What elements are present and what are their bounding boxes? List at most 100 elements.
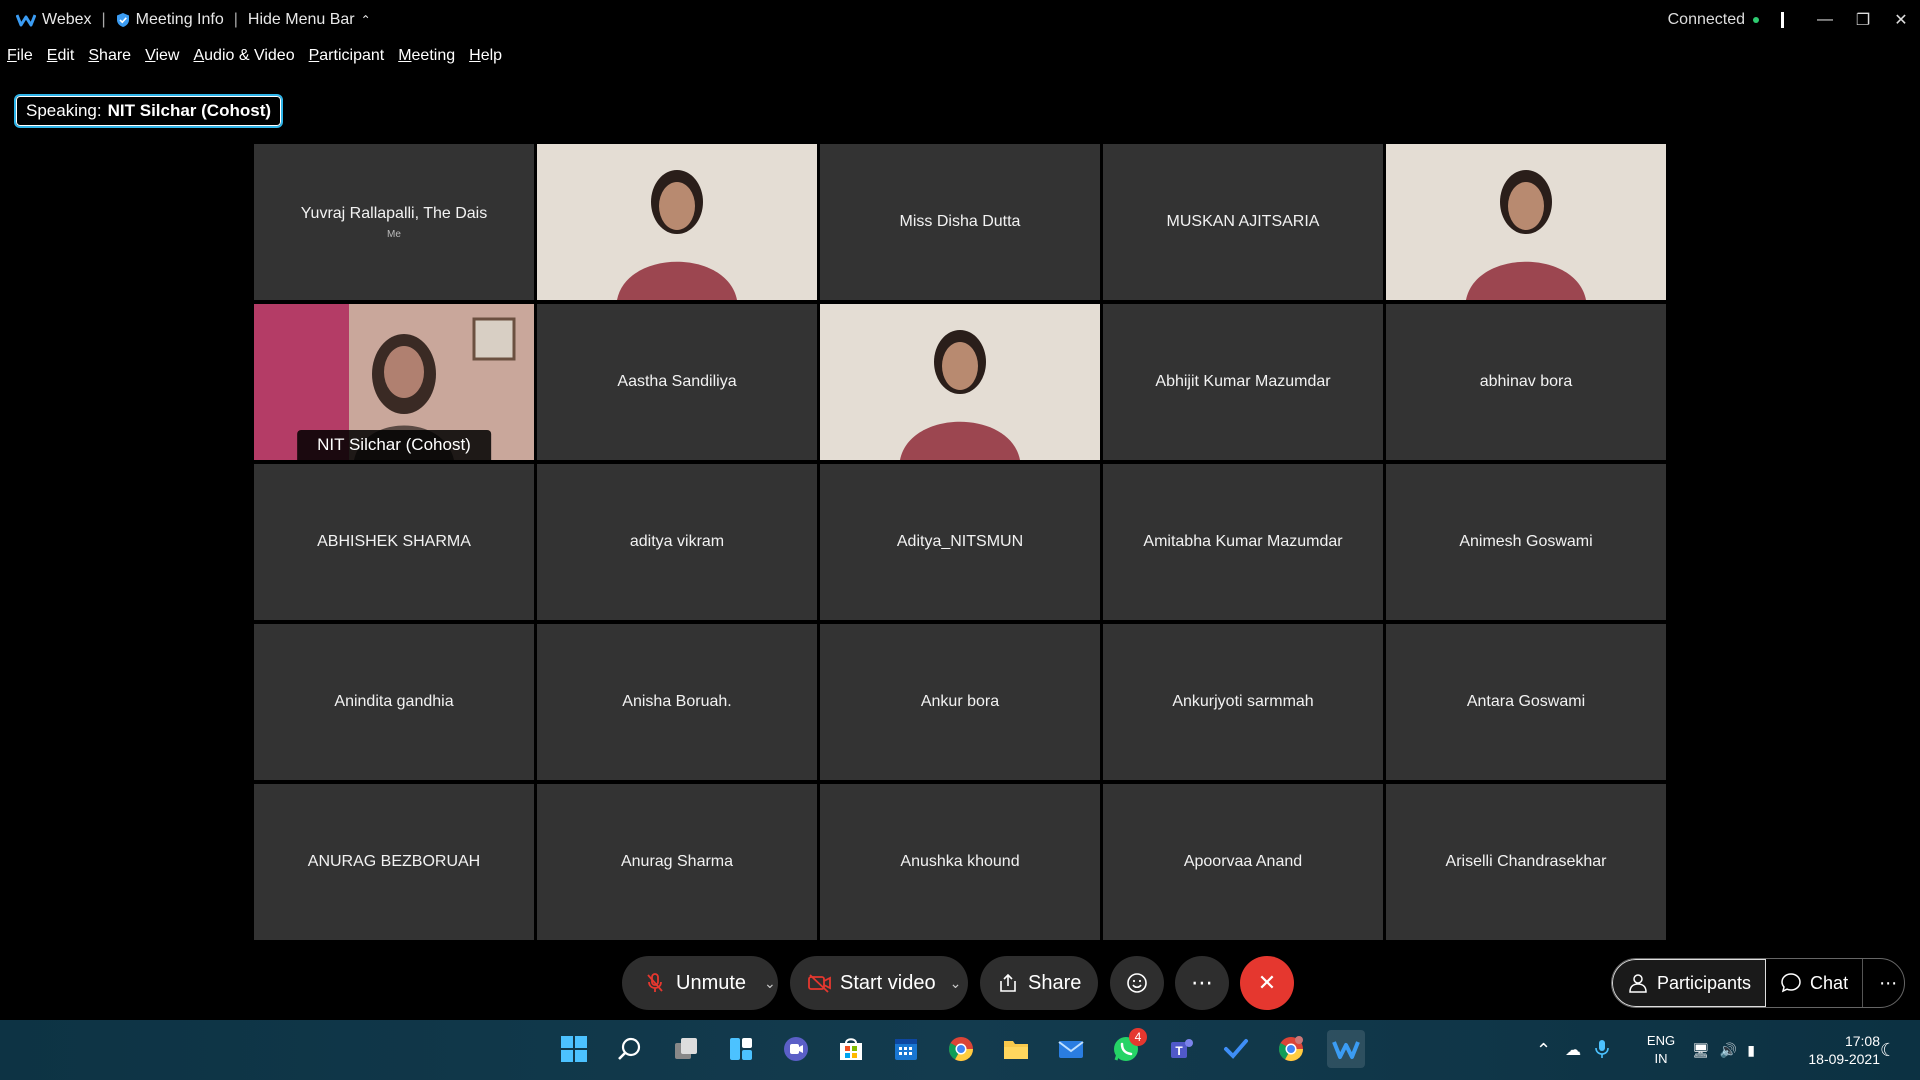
participant-tile[interactable]: Ankur bora bbox=[820, 624, 1100, 780]
menu-file[interactable]: File bbox=[7, 47, 33, 65]
restore-button[interactable]: ❐ bbox=[1844, 0, 1882, 40]
close-button[interactable]: ✕ bbox=[1882, 0, 1920, 40]
chrome-icon[interactable] bbox=[942, 1030, 980, 1068]
close-icon: ✕ bbox=[1257, 970, 1277, 995]
participants-button[interactable]: Participants bbox=[1612, 959, 1767, 1007]
file-explorer-icon[interactable] bbox=[997, 1030, 1035, 1068]
participant-name: Abhijit Kumar Mazumdar bbox=[1155, 373, 1331, 390]
chat-button[interactable]: Chat bbox=[1766, 959, 1862, 1007]
webex-app-label[interactable]: Webex bbox=[8, 11, 100, 29]
chevron-up-icon[interactable]: ⌃ bbox=[1536, 1040, 1551, 1061]
participant-tile[interactable]: Aastha Sandiliya bbox=[537, 304, 817, 460]
clock[interactable]: 17:08 18-09-2021 bbox=[1790, 1032, 1880, 1068]
menu-share[interactable]: Share bbox=[88, 47, 131, 65]
participant-tile[interactable]: Aditya_NITSMUN bbox=[820, 464, 1100, 620]
start-video-label: Start video bbox=[840, 971, 936, 994]
connection-status: Connected bbox=[1668, 11, 1759, 29]
unmute-button[interactable]: Unmute ⌄ bbox=[622, 956, 778, 1010]
participant-tile[interactable]: Abhijit Kumar Mazumdar bbox=[1103, 304, 1383, 460]
share-icon bbox=[1000, 973, 1016, 992]
task-view-icon[interactable] bbox=[667, 1030, 705, 1068]
participant-video-tile[interactable]: NIT Silchar (Cohost) bbox=[254, 304, 534, 460]
todo-icon[interactable] bbox=[1217, 1030, 1255, 1068]
participant-tile[interactable]: ABHISHEK SHARMA bbox=[254, 464, 534, 620]
panel-buttons: Participants Chat ⋯ bbox=[1611, 958, 1905, 1008]
participant-tile[interactable]: Amitabha Kumar Mazumdar bbox=[1103, 464, 1383, 620]
widgets-icon[interactable] bbox=[722, 1030, 760, 1068]
participant-tile[interactable]: Apoorvaa Anand bbox=[1103, 784, 1383, 940]
network-icon: 🖥 bbox=[1692, 1041, 1710, 1058]
participant-name: aditya vikram bbox=[629, 533, 725, 550]
participant-tile[interactable]: Yuvraj Rallapalli, The Dais Me bbox=[254, 144, 534, 300]
language-indicator[interactable]: ENG IN bbox=[1641, 1032, 1681, 1068]
webex-taskbar-icon[interactable] bbox=[1327, 1030, 1365, 1068]
menu-participant[interactable]: Participant bbox=[309, 47, 385, 65]
reactions-button[interactable] bbox=[1110, 956, 1164, 1010]
participant-tile[interactable]: Anindita gandhia bbox=[254, 624, 534, 780]
video-grid: Yuvraj Rallapalli, The Dais Me Miss Disha … bbox=[254, 144, 1666, 944]
menu-edit[interactable]: Edit bbox=[47, 47, 75, 65]
connected-dot-icon bbox=[1753, 17, 1759, 23]
participant-name: Ankur bora bbox=[920, 693, 1000, 710]
start-video-button[interactable]: Start video ⌄ bbox=[790, 956, 968, 1010]
participant-name: Animesh Goswami bbox=[1459, 533, 1593, 550]
participant-tile[interactable]: Anurag Sharma bbox=[537, 784, 817, 940]
chrome-profile-icon[interactable] bbox=[1272, 1030, 1310, 1068]
participant-tile[interactable]: abhinav bora bbox=[1386, 304, 1666, 460]
participant-name: Yuvraj Rallapalli, The Dais bbox=[300, 204, 488, 222]
microsoft-store-icon[interactable] bbox=[832, 1030, 870, 1068]
language-code: ENG bbox=[1646, 1033, 1676, 1048]
share-button[interactable]: Share bbox=[980, 956, 1098, 1010]
participant-tile[interactable]: Miss Disha Dutta bbox=[820, 144, 1100, 300]
notification-icon[interactable]: ☾ bbox=[1880, 1020, 1896, 1080]
participant-tile[interactable]: Ankurjyoti sarmmah bbox=[1103, 624, 1383, 780]
participant-tile[interactable]: Animesh Goswami bbox=[1386, 464, 1666, 620]
windows-start-icon[interactable] bbox=[555, 1030, 593, 1068]
minimize-button[interactable]: — bbox=[1806, 0, 1844, 40]
more-options-button[interactable]: ⋯ bbox=[1175, 956, 1229, 1010]
participant-video-tile[interactable] bbox=[820, 304, 1100, 460]
date-label: 18-09-2021 bbox=[1808, 1051, 1880, 1067]
participant-tile[interactable]: Anushka khound bbox=[820, 784, 1100, 940]
search-icon[interactable] bbox=[611, 1030, 649, 1068]
participant-name: ABHISHEK SHARMA bbox=[317, 533, 471, 550]
calendar-icon[interactable] bbox=[887, 1030, 925, 1068]
chevron-down-icon[interactable]: ⌄ bbox=[950, 975, 962, 992]
participant-tile[interactable]: ANURAG BEZBORUAH bbox=[254, 784, 534, 940]
end-call-button[interactable]: ✕ bbox=[1240, 956, 1294, 1010]
participant-video-feed bbox=[820, 304, 1100, 460]
participant-name: abhinav bora bbox=[1479, 373, 1573, 390]
menu-help[interactable]: Help bbox=[469, 47, 502, 65]
participant-name: Antara Goswami bbox=[1466, 693, 1586, 710]
participant-name: Anushka khound bbox=[900, 853, 1020, 870]
svg-text:T: T bbox=[1175, 1044, 1183, 1058]
webex-logo-icon bbox=[16, 14, 36, 27]
muted-mic-icon bbox=[647, 973, 663, 992]
chat-teams-icon[interactable] bbox=[777, 1030, 815, 1068]
participant-tile[interactable]: Antara Goswami bbox=[1386, 624, 1666, 780]
participant-tile[interactable]: Ariselli Chandrasekhar bbox=[1386, 784, 1666, 940]
teams-icon[interactable]: T bbox=[1162, 1030, 1200, 1068]
hide-menu-bar-button[interactable]: Hide Menu Bar ⌃ bbox=[240, 11, 379, 29]
region-code: IN bbox=[1654, 1051, 1668, 1066]
menu-meeting[interactable]: Meeting bbox=[398, 47, 455, 65]
menu-audio-video[interactable]: Audio & Video bbox=[193, 47, 294, 65]
microphone-icon[interactable] bbox=[1595, 1039, 1609, 1062]
mail-icon[interactable] bbox=[1052, 1030, 1090, 1068]
participant-name: Ankurjyoti sarmmah bbox=[1172, 693, 1314, 710]
onedrive-icon[interactable]: ☁ bbox=[1565, 1040, 1581, 1060]
status-icons[interactable]: 🖥 🔊 ▮ bbox=[1692, 1020, 1755, 1080]
participant-video-tile[interactable] bbox=[1386, 144, 1666, 300]
participant-tile[interactable]: aditya vikram bbox=[537, 464, 817, 620]
participant-video-tile[interactable] bbox=[537, 144, 817, 300]
participant-name: Anurag Sharma bbox=[620, 853, 734, 870]
participant-tile[interactable]: MUSKAN AJITSARIA bbox=[1103, 144, 1383, 300]
participant-name: MUSKAN AJITSARIA bbox=[1166, 213, 1320, 230]
chevron-down-icon[interactable]: ⌄ bbox=[764, 975, 776, 992]
whatsapp-icon[interactable]: 4 bbox=[1107, 1028, 1147, 1068]
participant-tile[interactable]: Anisha Boruah. bbox=[537, 624, 817, 780]
menu-view[interactable]: View bbox=[145, 47, 179, 65]
meeting-info-button[interactable]: Meeting Info bbox=[108, 11, 232, 29]
unmute-label: Unmute bbox=[676, 971, 747, 994]
divider bbox=[1781, 12, 1784, 28]
